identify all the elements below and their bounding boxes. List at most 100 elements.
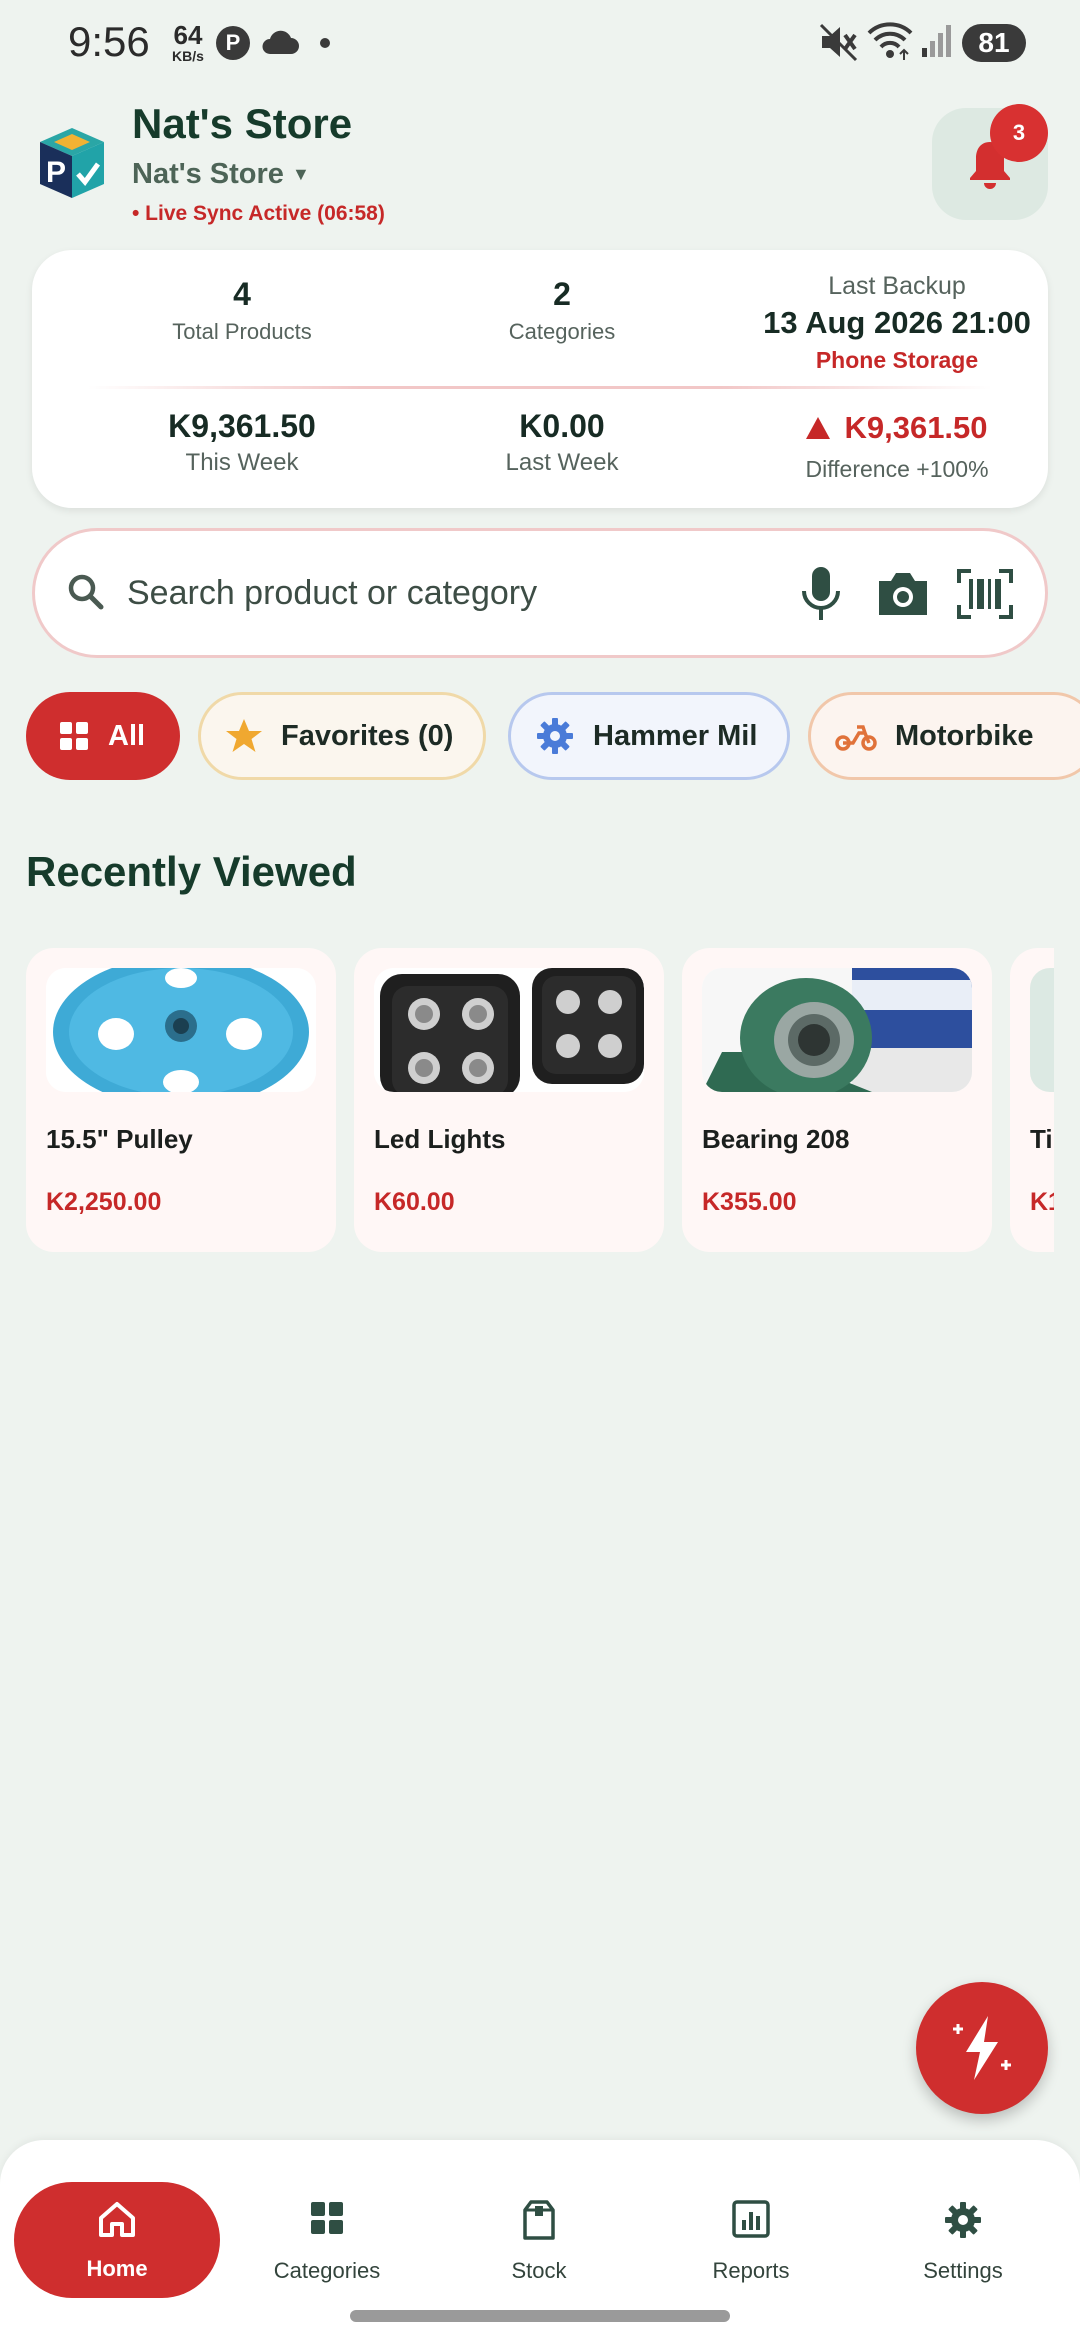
gesture-home-indicator[interactable]	[350, 2310, 730, 2322]
nav-categories[interactable]: Categories	[222, 2182, 432, 2298]
filter-chip-label: Motorbike	[895, 719, 1034, 752]
last-week-label: Last Week	[505, 449, 619, 476]
quick-action-button[interactable]	[916, 1982, 1048, 2114]
star-icon	[226, 719, 262, 752]
bar-chart-icon	[732, 2200, 770, 2238]
svg-text:P: P	[46, 156, 66, 189]
product-image	[374, 968, 644, 1092]
product-name: Led Lights	[374, 1124, 506, 1154]
product-image	[702, 968, 972, 1092]
nav-home[interactable]: Home	[14, 2182, 220, 2298]
recently-viewed-title: Recently Viewed	[26, 848, 357, 895]
categories-value: 2	[553, 276, 571, 312]
notification-count-badge: 3	[990, 104, 1048, 162]
total-products-label: Total Products	[172, 319, 312, 344]
product-name: Ti	[1030, 1124, 1053, 1154]
barcode-scan-icon[interactable]	[957, 569, 1013, 619]
filter-chip-label: All	[108, 719, 146, 752]
mute-icon	[819, 23, 858, 62]
stat-last-week: K0.00 Last Week	[412, 408, 712, 477]
product-card[interactable]: Ti K1	[1010, 948, 1054, 1252]
network-speed-value: 64	[173, 20, 203, 50]
store-selector[interactable]: Nat's Store ▼	[132, 158, 310, 191]
nav-reports[interactable]: Reports	[646, 2182, 856, 2298]
sync-status: • Live Sync Active (06:58)	[132, 202, 385, 225]
wifi-icon	[867, 22, 913, 60]
stat-difference: K9,361.50 Difference +100%	[722, 410, 1072, 483]
product-card[interactable]: 15.5" Pulley K2,250.00	[26, 948, 336, 1252]
led-lights-image	[374, 968, 644, 1092]
stat-last-backup: Last Backup 13 Aug 2026 21:00 Phone Stor…	[692, 272, 1080, 374]
this-week-value: K9,361.50	[168, 408, 316, 444]
stats-divider	[88, 386, 992, 389]
backup-location: Phone Storage	[815, 347, 979, 373]
difference-label: Difference +100%	[805, 456, 989, 482]
search-bar	[32, 528, 1048, 658]
total-products-value: 4	[233, 276, 251, 312]
last-backup-label: Last Backup	[828, 272, 966, 300]
category-filter-chips: All Favorites (0) Hammer Mil Motorbike	[26, 692, 1080, 782]
status-time: 9:56	[68, 18, 150, 65]
app-logo: P	[40, 128, 104, 198]
filter-chip-label: Hammer Mil	[593, 719, 758, 752]
search-icon	[68, 574, 104, 610]
filter-chip-motorbike[interactable]: Motorbike	[808, 692, 1080, 780]
pulley-image	[46, 968, 316, 1092]
gear-icon	[537, 718, 573, 754]
product-name: 15.5" Pulley	[46, 1124, 193, 1154]
product-image	[46, 968, 316, 1092]
product-price: K355.00	[702, 1188, 797, 1216]
battery-icon: 81	[962, 24, 1026, 62]
store-selector-label: Nat's Store	[132, 158, 284, 190]
nav-stock[interactable]: Stock	[434, 2182, 644, 2298]
recently-viewed-list: 15.5" Pulley K2,250.00 Led Lights K60.00	[26, 948, 1054, 1254]
product-price: K60.00	[374, 1188, 455, 1216]
filter-chip-hammer-mil[interactable]: Hammer Mil	[508, 692, 790, 780]
filter-chip-all[interactable]: All	[26, 692, 180, 780]
p-badge-icon: P	[216, 26, 250, 60]
filter-chip-label: Favorites (0)	[281, 719, 454, 752]
last-week-value: K0.00	[519, 408, 605, 444]
trend-up-icon	[806, 417, 831, 439]
grid-icon	[60, 722, 88, 750]
lightning-sparkle-icon	[953, 2016, 1011, 2080]
camera-icon[interactable]	[875, 569, 931, 619]
nav-label: Stock	[511, 2258, 567, 2283]
nav-settings[interactable]: Settings	[858, 2182, 1068, 2298]
product-card[interactable]: Bearing 208 K355.00	[682, 948, 992, 1252]
home-icon	[99, 2202, 135, 2237]
caret-down-icon: ▼	[291, 164, 310, 184]
categories-label: Categories	[508, 319, 616, 344]
stats-card: 4 Total Products 2 Categories Last Backu…	[32, 250, 1048, 508]
difference-row: K9,361.50	[722, 410, 1072, 446]
nav-label: Categories	[273, 2258, 381, 2283]
grid-icon	[311, 2202, 343, 2234]
gear-icon	[945, 2202, 981, 2238]
network-speed: 64 KB/s	[166, 22, 210, 63]
product-price: K1	[1030, 1188, 1054, 1216]
motorbike-icon	[835, 725, 877, 751]
this-week-label: This Week	[185, 449, 299, 476]
search-input[interactable]	[127, 561, 687, 625]
product-image	[1030, 968, 1054, 1092]
bearing-image	[702, 968, 972, 1092]
nav-label: Home	[86, 2256, 148, 2281]
nav-label: Settings	[923, 2258, 1003, 2283]
cloud-icon	[262, 30, 299, 54]
nav-label: Reports	[712, 2258, 790, 2283]
status-bar: 9:56 64 KB/s P 81	[0, 0, 1080, 84]
difference-value: K9,361.50	[844, 410, 988, 445]
microphone-icon[interactable]	[797, 565, 845, 625]
signal-icon	[922, 25, 951, 57]
filter-chip-favorites[interactable]: Favorites (0)	[198, 692, 486, 780]
network-speed-unit: KB/s	[172, 48, 204, 64]
box-icon	[523, 2200, 555, 2240]
product-card[interactable]: Led Lights K60.00	[354, 948, 664, 1252]
product-price: K2,250.00	[46, 1188, 162, 1216]
stat-this-week: K9,361.50 This Week	[92, 408, 392, 477]
product-name: Bearing 208	[702, 1124, 850, 1154]
store-title: Nat's Store	[132, 100, 353, 147]
notification-dot-icon	[320, 38, 330, 48]
stat-categories: 2 Categories	[412, 276, 712, 345]
stat-total-products: 4 Total Products	[92, 276, 392, 345]
